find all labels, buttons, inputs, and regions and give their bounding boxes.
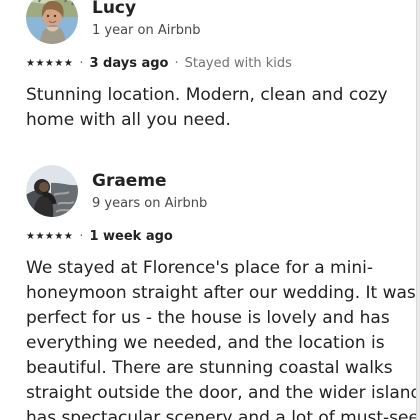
reviewer-name: Graeme xyxy=(92,170,167,191)
review-text: We stayed at Florence's place for a mini… xyxy=(26,256,420,420)
review-text-line: honeymoon straight after our wedding. It… xyxy=(26,283,416,303)
separator-dot: · xyxy=(174,56,179,71)
reviewer-meta: Lucy 1 year on Airbnb xyxy=(92,0,200,39)
rating-row: ★★★★★ · 3 days ago · Stayed with kids xyxy=(26,56,396,72)
reviewer-meta: Graeme 9 years on Airbnb xyxy=(92,171,207,212)
five-star-rating-icon: ★★★★★ xyxy=(26,231,74,242)
review-text-line: perfect for us - the house is lovely and… xyxy=(26,308,390,328)
review-header: Lucy 1 year on Airbnb xyxy=(26,0,396,46)
review-text-line: Stunning location. Modern, clean and coz… xyxy=(26,85,388,105)
separator-dot: · xyxy=(79,229,84,244)
reviewer-avatar[interactable] xyxy=(26,165,78,217)
review-text: Stunning location. Modern, clean and coz… xyxy=(26,83,396,133)
scroll-edge-divider xyxy=(416,0,420,420)
review-text-line: home with all you need. xyxy=(26,110,231,130)
trip-type: Stayed with kids xyxy=(184,56,292,71)
review-text-line: We stayed at Florence's place for a mini… xyxy=(26,258,373,278)
review-text-line: beautiful. There are stunning coastal wa… xyxy=(26,358,393,378)
review-date: 1 week ago xyxy=(89,229,173,244)
reviewer-photo-icon xyxy=(26,0,78,44)
review-header: Graeme 9 years on Airbnb xyxy=(26,163,396,219)
review-date: 3 days ago xyxy=(89,56,169,71)
review-text-line: everything we needed, and the location i… xyxy=(26,333,385,353)
review-card: Graeme 9 years on Airbnb ★★★★★ · 1 week … xyxy=(26,163,420,420)
reviewer-avatar[interactable] xyxy=(26,0,78,44)
separator-dot: · xyxy=(79,56,84,71)
review-card: Lucy 1 year on Airbnb ★★★★★ · 3 days ago… xyxy=(26,0,396,133)
review-text-line: has spectacular scenery and a lot of mus… xyxy=(26,408,419,420)
five-star-rating-icon: ★★★★★ xyxy=(26,58,74,69)
review-text-line: straight outside the door, and the wider… xyxy=(26,383,420,403)
reviewer-name: Lucy xyxy=(92,0,137,18)
reviewer-tenure: 1 year on Airbnb xyxy=(92,22,201,38)
reviewer-photo-icon xyxy=(26,165,78,217)
rating-row: ★★★★★ · 1 week ago xyxy=(26,229,396,245)
reviews-screen: Lucy 1 year on Airbnb ★★★★★ · 3 days ago… xyxy=(0,0,420,420)
reviewer-tenure: 9 years on Airbnb xyxy=(92,195,208,211)
